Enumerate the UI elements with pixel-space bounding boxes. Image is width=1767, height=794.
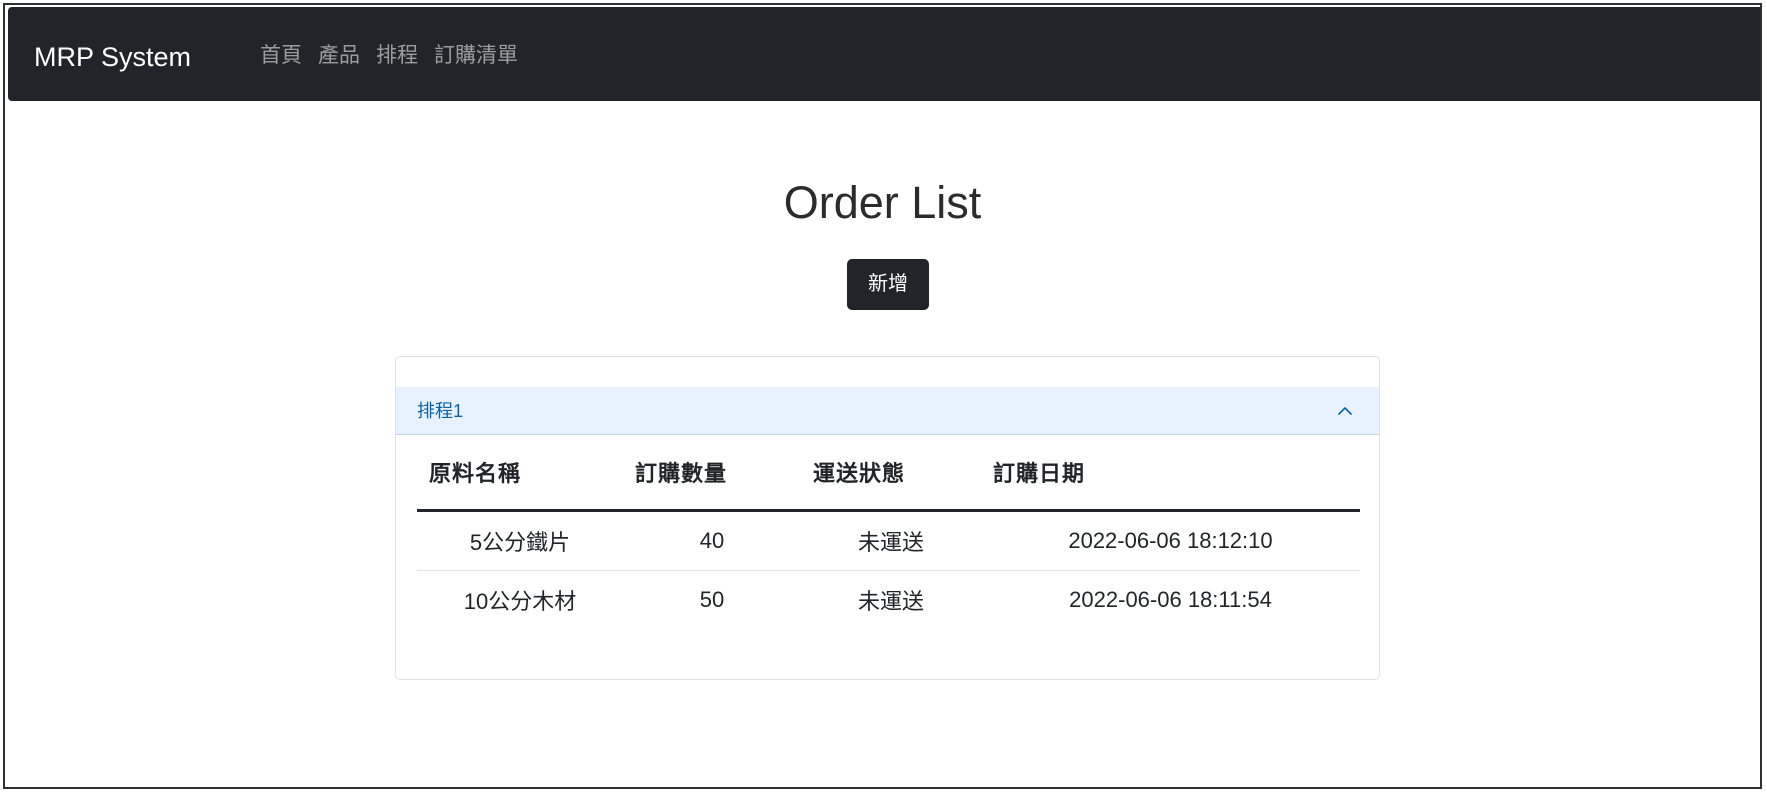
accordion-header-schedule-1[interactable]: 排程1: [396, 387, 1379, 435]
cell-order-date: 2022-06-06 18:11:54: [1069, 587, 1272, 613]
cell-material-name: 10公分木材: [463, 589, 577, 615]
column-header-material-name: 原料名稱: [417, 435, 623, 512]
nav-link-order-list[interactable]: 訂購清單: [434, 41, 518, 71]
order-table: 原料名稱 訂購數量 運送狀態 訂購日期 5公分鐵片 40 未運送 2022-06…: [417, 435, 1360, 630]
chevron-up-icon: [1338, 407, 1352, 415]
cell-shipping-status: 未運送: [857, 589, 924, 615]
browser-viewport: MRP System 首頁 產品 排程 訂購清單 Order List 新增 排…: [3, 3, 1762, 789]
nav-link-home[interactable]: 首頁: [260, 41, 302, 71]
table-row: 5公分鐵片 40 未運送 2022-06-06 18:12:10: [417, 510, 1360, 571]
add-button[interactable]: 新增: [847, 259, 929, 310]
column-header-shipping-status: 運送狀態: [801, 435, 981, 512]
top-navbar: MRP System 首頁 產品 排程 訂購清單: [8, 7, 1760, 101]
schedule-accordion: 排程1 原料名稱 訂購數量 運送狀態 訂購日期 5公分鐵片 40 未運送 202…: [395, 356, 1380, 680]
cell-material-name: 5公分鐵片: [417, 510, 623, 571]
page-title: Order List: [783, 177, 982, 228]
nav-link-products[interactable]: 產品: [318, 41, 360, 71]
column-header-order-date: 訂購日期: [981, 435, 1360, 512]
column-header-order-quantity: 訂購數量: [623, 435, 801, 512]
nav-link-schedule[interactable]: 排程: [376, 41, 418, 71]
accordion-title: 排程1: [417, 401, 464, 421]
cell-order-quantity: 50: [699, 587, 725, 613]
nav-links: 首頁 產品 排程 訂購清單: [260, 41, 518, 71]
table-row: 10公分木材 50 未運送 2022-06-06 18:11:54: [417, 570, 1360, 630]
cell-order-date: 2022-06-06 18:12:10: [981, 510, 1360, 571]
brand-link[interactable]: MRP System: [34, 41, 191, 73]
table-header-row: 原料名稱 訂購數量 運送狀態 訂購日期: [417, 435, 1360, 512]
cell-order-quantity: 40: [623, 510, 801, 571]
cell-shipping-status: 未運送: [801, 510, 981, 571]
